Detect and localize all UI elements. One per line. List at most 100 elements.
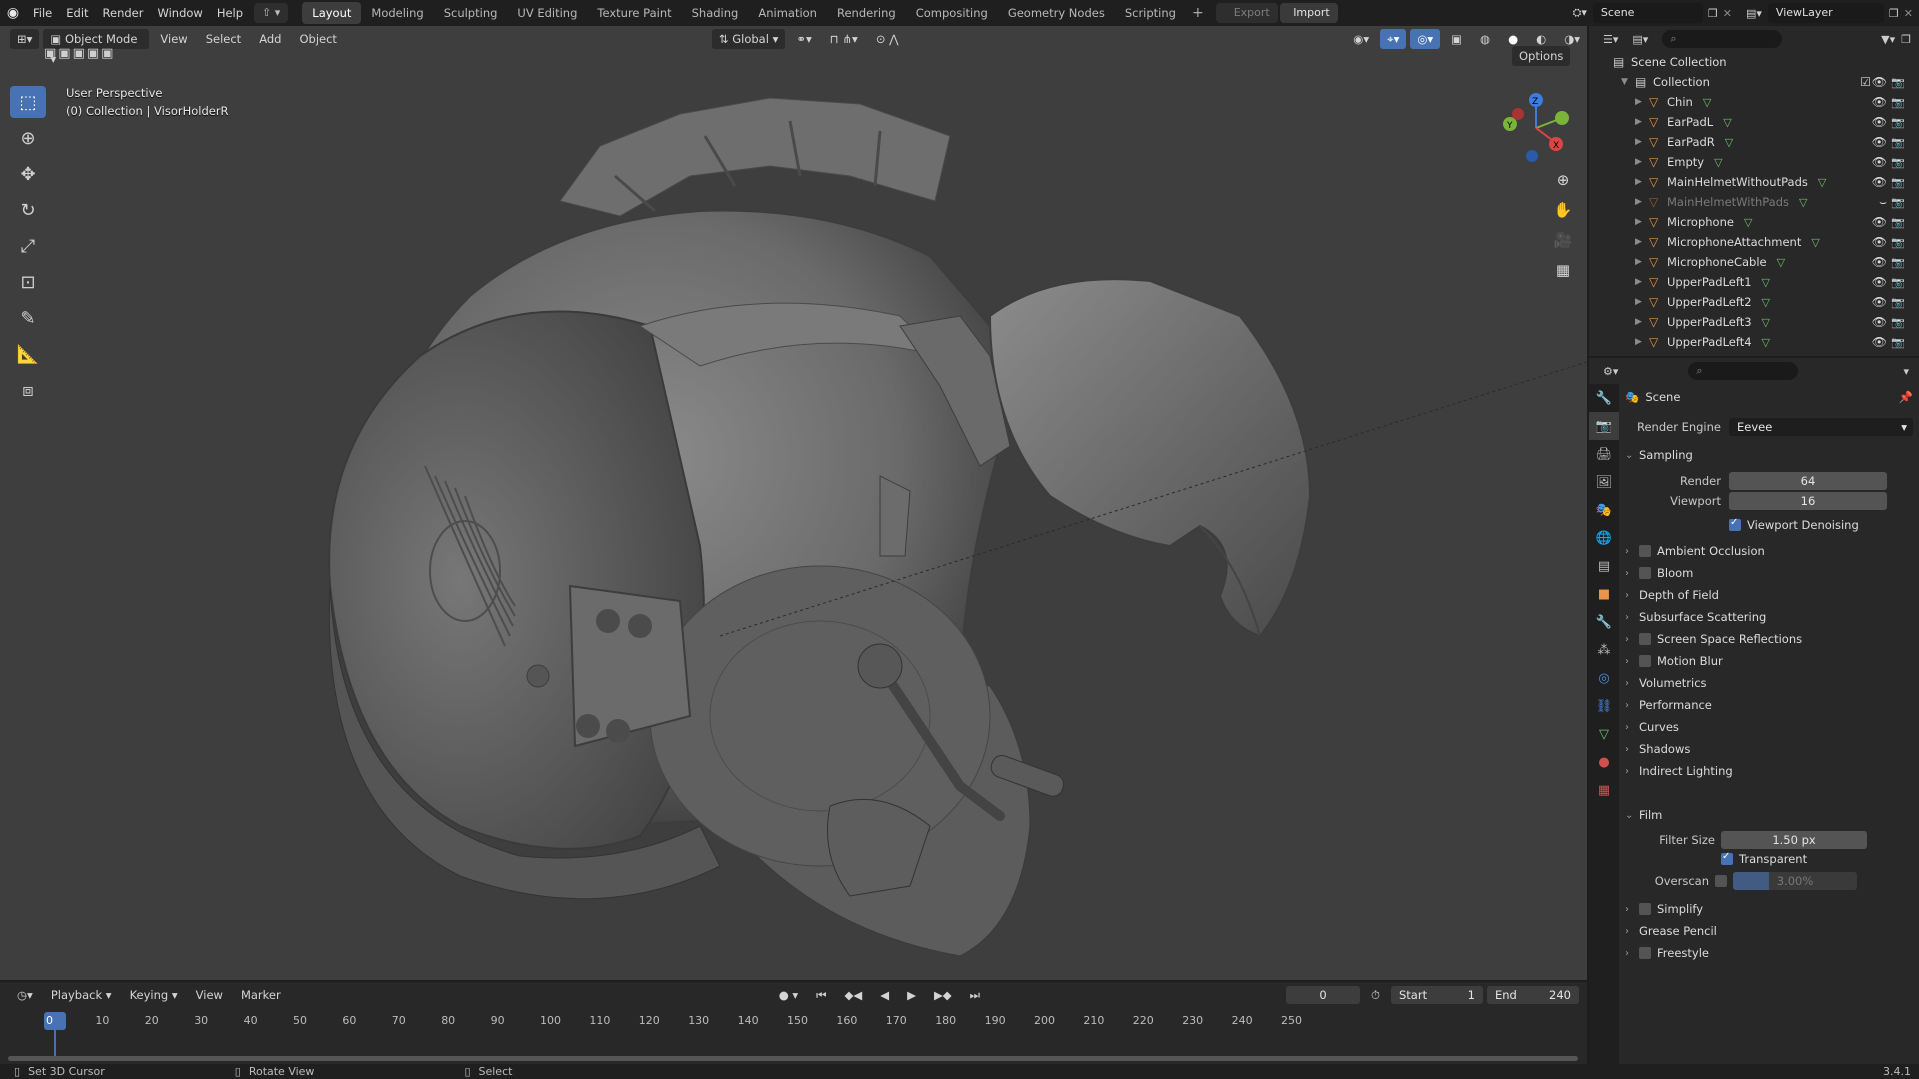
- world-tab-icon[interactable]: 🌐: [1589, 524, 1619, 552]
- outliner-item[interactable]: ▶ ▽ EarPadL ▽ 👁 📷: [1589, 112, 1911, 132]
- frame-ruler[interactable]: 0 10 20 30 40 50 60 70 80 90 100 110 120 130 140 150 160…: [0, 1010, 1587, 1060]
- viewlayer-name-field[interactable]: ViewLayer: [1767, 3, 1884, 23]
- expand-arrow-icon[interactable]: ▶: [1635, 137, 1649, 147]
- mesh-data-icon[interactable]: ▽: [1777, 256, 1785, 269]
- eye-icon[interactable]: 👁: [1872, 315, 1887, 329]
- annotate-tool-icon[interactable]: ✎: [10, 302, 46, 334]
- timeline-view-menu[interactable]: View: [189, 985, 230, 1005]
- texture-tab-icon[interactable]: ▦: [1589, 776, 1619, 804]
- outliner-item[interactable]: ▶ ▽ UpperPadLeft1 ▽ 👁 📷: [1589, 272, 1911, 292]
- outliner-item[interactable]: ▶ ▽ MainHelmetWithPads ▽ ⌣ 📷: [1589, 192, 1911, 212]
- tool-tab-icon[interactable]: 🔧: [1589, 384, 1619, 412]
- delete-viewlayer-icon[interactable]: ✕: [1904, 7, 1919, 20]
- expand-arrow-icon[interactable]: ▶: [1635, 297, 1649, 307]
- select-box-tool-icon[interactable]: ⬚: [10, 86, 46, 118]
- preview-range-icon[interactable]: ⏱: [1364, 985, 1387, 1005]
- camera-icon[interactable]: 📷: [1891, 276, 1905, 289]
- jump-end-icon[interactable]: ⏭: [963, 985, 987, 1005]
- display-mode-icon[interactable]: ▤▾: [1632, 33, 1648, 46]
- render-engine-dropdown[interactable]: Eevee ▾: [1729, 418, 1913, 436]
- camera-icon[interactable]: 📷: [1891, 296, 1905, 309]
- settings-panel-header[interactable]: › Freestyle: [1625, 940, 1913, 966]
- new-viewlayer-icon[interactable]: ❐: [1884, 7, 1904, 20]
- new-scene-icon[interactable]: ❐: [1703, 7, 1723, 20]
- viewlayer-icon[interactable]: ▤▾: [1740, 7, 1768, 20]
- render-tab-icon[interactable]: 📷: [1589, 412, 1619, 440]
- tab-animation[interactable]: Animation: [748, 2, 827, 24]
- outliner-item[interactable]: ▶ ▽ UpperPadLeft4 ▽ 👁 📷: [1589, 332, 1911, 352]
- eye-icon[interactable]: 👁: [1872, 75, 1887, 89]
- gizmo-toggle-icon[interactable]: ⌖▾: [1380, 29, 1407, 49]
- camera-icon[interactable]: 📷: [1891, 116, 1905, 129]
- blender-logo-icon[interactable]: ◉: [0, 5, 26, 21]
- physics-tab-icon[interactable]: ◎: [1589, 664, 1619, 692]
- measure-tool-icon[interactable]: 📐: [10, 338, 46, 370]
- menu-edit[interactable]: Edit: [59, 2, 95, 24]
- scene-collection-row[interactable]: ▤ Scene Collection: [1589, 52, 1911, 72]
- eye-icon[interactable]: 👁: [1872, 155, 1887, 169]
- scale-tool-icon[interactable]: ⤢: [10, 230, 46, 262]
- camera-view-icon[interactable]: 🎥: [1549, 226, 1577, 254]
- helmet-model[interactable]: [0, 26, 1587, 980]
- camera-icon[interactable]: 📷: [1891, 196, 1905, 209]
- gizmo-neg-z-axis[interactable]: [1526, 150, 1538, 162]
- outliner-search-field[interactable]: ⌕: [1662, 30, 1783, 48]
- add-cube-tool-icon[interactable]: ⧈: [10, 374, 46, 406]
- new-collection-icon[interactable]: ❐: [1901, 33, 1911, 46]
- panel-enable-checkbox[interactable]: [1639, 903, 1651, 915]
- eye-icon[interactable]: 👁: [1872, 95, 1887, 109]
- move-tool-icon[interactable]: ✥: [10, 158, 46, 190]
- expand-arrow-icon[interactable]: ▶: [1635, 157, 1649, 167]
- collection-checkbox[interactable]: ☑: [1860, 75, 1871, 89]
- expand-arrow-icon[interactable]: ▶: [1635, 97, 1649, 107]
- orientation-dropdown[interactable]: ⇅ Global ▾: [711, 29, 786, 49]
- camera-icon[interactable]: 📷: [1891, 156, 1905, 169]
- keying-menu[interactable]: Keying ▾: [123, 985, 185, 1005]
- outliner-item[interactable]: ▶ ▽ UpperPadLeft3 ▽ 👁 📷: [1589, 312, 1911, 332]
- view-menu[interactable]: View: [153, 29, 194, 49]
- scene-selector-icon[interactable]: ⛭▾: [1567, 6, 1593, 20]
- filter-icon[interactable]: ▼▾: [1881, 33, 1895, 46]
- camera-icon[interactable]: 📷: [1891, 216, 1905, 229]
- options-button[interactable]: Options: [1512, 46, 1571, 66]
- eye-icon[interactable]: 👁: [1872, 275, 1887, 289]
- mesh-data-icon[interactable]: ▽: [1762, 276, 1770, 289]
- viewport-denoising-row[interactable]: Viewport Denoising: [1625, 512, 1913, 538]
- eye-icon[interactable]: 👁: [1872, 115, 1887, 129]
- mesh-data-icon[interactable]: ▽: [1762, 296, 1770, 309]
- eye-icon[interactable]: 👁: [1872, 175, 1887, 189]
- rotate-tool-icon[interactable]: ↻: [10, 194, 46, 226]
- expand-arrow-icon[interactable]: ▶: [1635, 217, 1649, 227]
- expand-arrow-icon[interactable]: ▶: [1635, 117, 1649, 127]
- expand-arrow-icon[interactable]: ▶: [1635, 277, 1649, 287]
- overscan-field[interactable]: 3.00%: [1733, 872, 1857, 890]
- outliner-item[interactable]: ▶ ▽ MicrophoneAttachment ▽ 👁 📷: [1589, 232, 1911, 252]
- snap-icon[interactable]: ⊓ ⋔▾: [823, 29, 865, 49]
- shading-wireframe-icon[interactable]: ◍: [1473, 29, 1497, 49]
- timeline-editor-icon[interactable]: ◷▾: [10, 985, 40, 1005]
- mesh-data-icon[interactable]: ▽: [1703, 96, 1711, 109]
- tab-shading[interactable]: Shading: [682, 2, 749, 24]
- view-layer-tab-icon[interactable]: 🖼: [1589, 468, 1619, 496]
- properties-search-field[interactable]: ⌕: [1688, 362, 1799, 380]
- eye-icon[interactable]: 👁: [1872, 135, 1887, 149]
- outliner-item[interactable]: ▶ ▽ UpperPadLeft2 ▽ 👁 📷: [1589, 292, 1911, 312]
- ortho-grid-icon[interactable]: ▦: [1549, 256, 1577, 284]
- tab-layout[interactable]: Layout: [302, 2, 362, 24]
- tab-modeling[interactable]: Modeling: [361, 2, 433, 24]
- jump-start-icon[interactable]: ⏮: [809, 985, 833, 1005]
- visibility-icon[interactable]: ◉▾: [1346, 29, 1376, 49]
- mesh-data-icon[interactable]: ▽: [1762, 336, 1770, 349]
- tab-compositing[interactable]: Compositing: [906, 2, 998, 24]
- sampling-viewport-field[interactable]: 16: [1729, 492, 1887, 510]
- mesh-data-icon[interactable]: ▽: [1725, 136, 1733, 149]
- selection-mode-buttons[interactable]: ▣▣▣▣▣: [44, 46, 115, 61]
- tab-scripting[interactable]: Scripting: [1115, 2, 1186, 24]
- export-button[interactable]: Export: [1215, 3, 1278, 23]
- eye-icon[interactable]: 👁: [1872, 255, 1887, 269]
- camera-icon[interactable]: 📷: [1891, 176, 1905, 189]
- panel-enable-checkbox[interactable]: [1639, 947, 1651, 959]
- end-frame-field[interactable]: End 240: [1487, 986, 1579, 1004]
- tab-sculpting[interactable]: Sculpting: [434, 2, 508, 24]
- constraints-tab-icon[interactable]: ⛓: [1589, 692, 1619, 720]
